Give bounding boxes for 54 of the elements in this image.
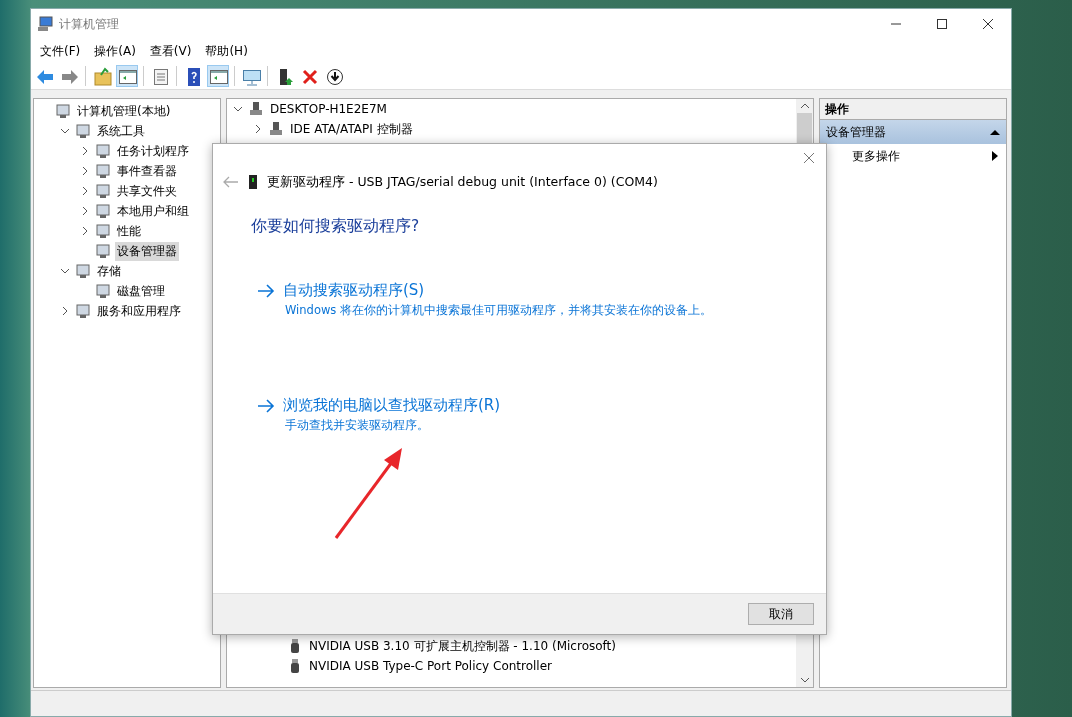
actions-header: 操作 — [820, 99, 1006, 120]
tree-item[interactable]: NVIDIA USB 3.10 可扩展主机控制器 - 1.10 (Microsoft) — [307, 636, 618, 656]
device-icon — [268, 121, 284, 137]
menu-item[interactable]: 查看(V) — [142, 42, 199, 60]
folder-icon[interactable] — [91, 65, 113, 87]
section-title: 设备管理器 — [826, 123, 886, 141]
tree-item[interactable]: 存储 — [95, 261, 123, 281]
tree-item[interactable]: 本地用户和组 — [115, 201, 191, 221]
option-link[interactable]: 自动搜索驱动程序(S) — [283, 281, 425, 300]
option-description: 手动查找并安装驱动程序。 — [285, 418, 430, 433]
tree-item[interactable]: 服务和应用程序 — [95, 301, 183, 321]
close-icon[interactable] — [802, 151, 816, 165]
action-item[interactable]: 更多操作 — [820, 144, 1006, 168]
tree-item[interactable]: DESKTOP-H1E2E7M — [268, 101, 389, 117]
panel-icon[interactable] — [207, 65, 229, 87]
node-icon — [95, 223, 111, 239]
dialog-heading: 你要如何搜索驱动程序? — [251, 216, 421, 237]
actions-section[interactable]: 设备管理器 — [820, 120, 1006, 144]
tree-item[interactable]: 系统工具 — [95, 121, 147, 141]
collapse-triangle-icon[interactable] — [990, 128, 1000, 136]
tree-item[interactable]: 性能 — [115, 221, 143, 241]
tree-item[interactable]: NVIDIA USB Type-C Port Policy Controller — [307, 658, 555, 674]
tree-item[interactable]: 设备管理器 — [115, 241, 179, 261]
node-icon — [95, 283, 111, 299]
panel-icon[interactable] — [116, 65, 138, 87]
node-icon — [95, 143, 111, 159]
option-link[interactable]: 浏览我的电脑以查找驱动程序(R) — [283, 396, 501, 415]
node-icon — [95, 183, 111, 199]
node-icon — [95, 163, 111, 179]
submenu-triangle-icon — [992, 151, 998, 161]
window-title: 计算机管理 — [59, 15, 119, 33]
tree-item[interactable]: 共享文件夹 — [115, 181, 179, 201]
dialog-title: 更新驱动程序 - USB JTAG/serial debug unit (Interface 0) (COM4) — [267, 173, 658, 191]
node-icon — [75, 263, 91, 279]
node-icon — [95, 243, 111, 259]
computer-icon — [37, 16, 53, 32]
cancel-button[interactable]: 取消 — [748, 603, 814, 625]
device-icon — [248, 101, 264, 117]
tree-item[interactable]: 事件查看器 — [115, 161, 179, 181]
node-icon — [55, 103, 71, 119]
menu-item[interactable]: 操作(A) — [87, 42, 143, 60]
right-arrow-icon[interactable] — [257, 398, 275, 413]
menu-item[interactable]: 帮助(H) — [198, 42, 255, 60]
node-icon — [95, 203, 111, 219]
tree-item[interactable]: 磁盘管理 — [115, 281, 167, 301]
tree-item[interactable]: 计算机管理(本地) — [75, 101, 173, 121]
option-description: Windows 将在你的计算机中搜索最佳可用驱动程序，并将其安装在你的设备上。 — [285, 303, 713, 318]
node-icon — [75, 303, 91, 319]
device-icon — [249, 175, 257, 189]
node-icon — [75, 123, 91, 139]
tree-item[interactable]: 任务计划程序 — [115, 141, 191, 161]
menu-item[interactable]: 文件(F) — [33, 42, 88, 60]
tree-item[interactable]: IDE ATA/ATAPI 控制器 — [288, 119, 415, 139]
right-arrow-icon[interactable] — [257, 283, 275, 298]
